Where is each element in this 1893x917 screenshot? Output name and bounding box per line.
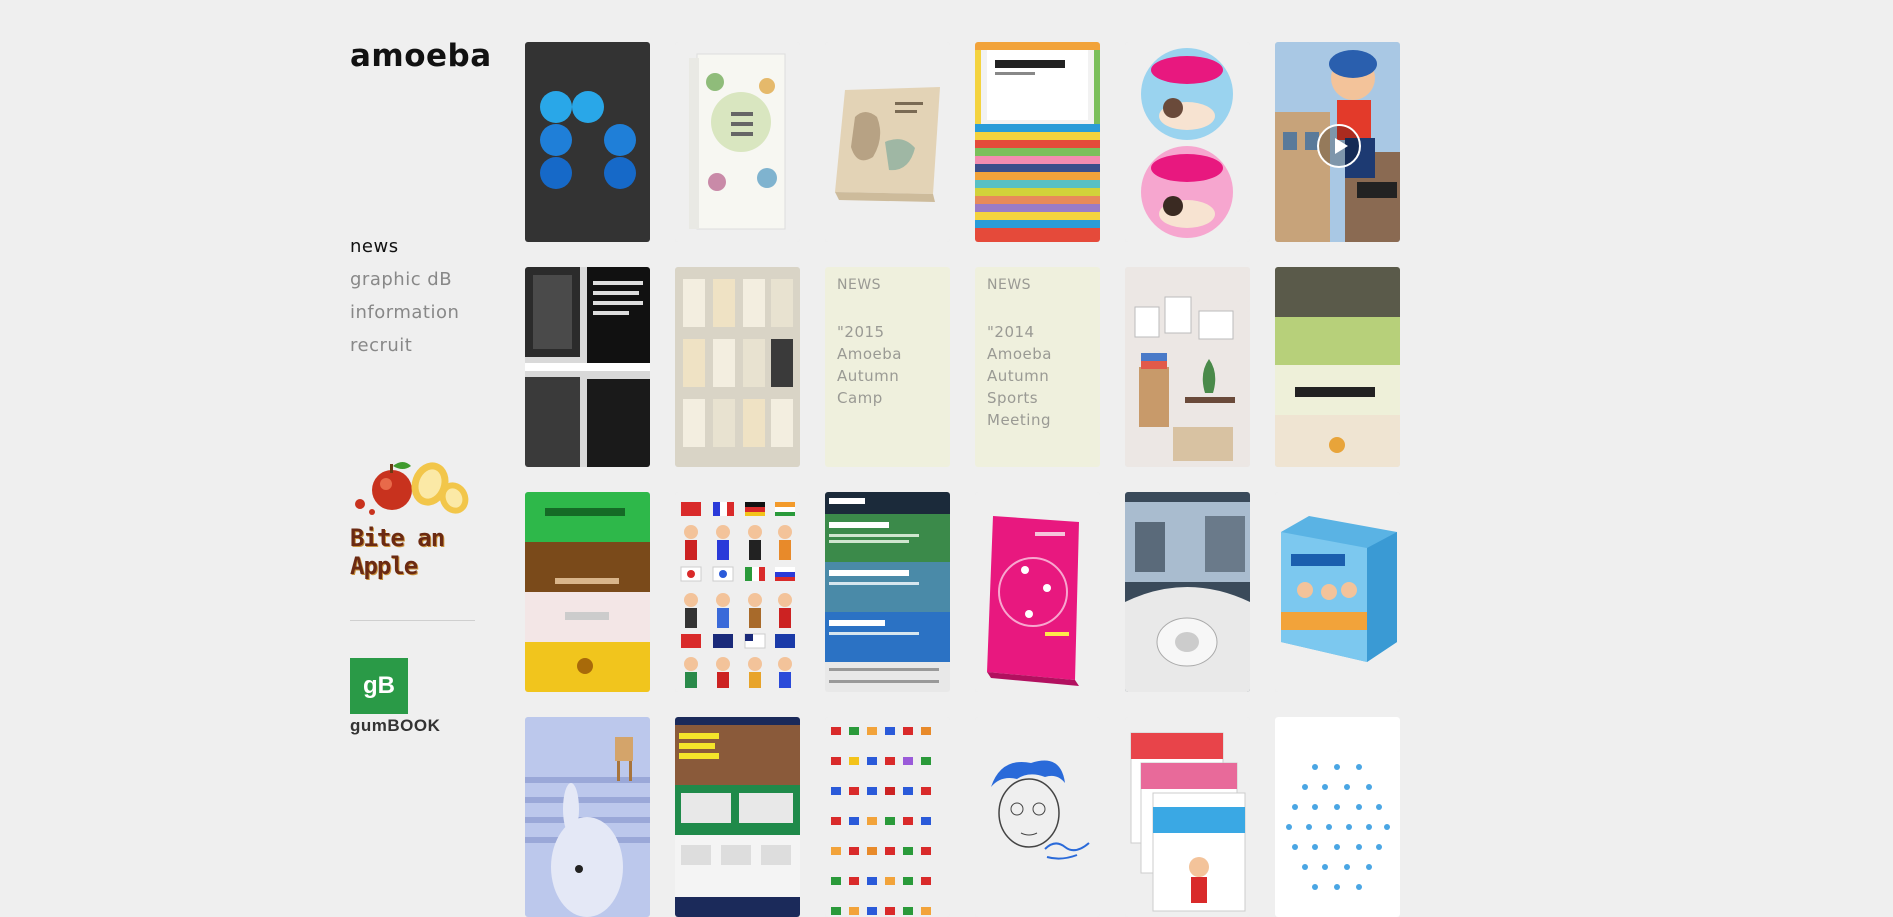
tile-like-daddy-sketch[interactable] (975, 717, 1100, 917)
portfolio-grid: NEWS "2015 Amoeba Autumn Camp NEWS "2014… (525, 42, 1400, 917)
tile-heavy-industries-web[interactable] (675, 717, 800, 917)
nav-item-information[interactable]: information (350, 296, 459, 329)
gumbook-badge[interactable]: gB (350, 658, 408, 714)
hyundai-web-image (825, 492, 950, 692)
tile-flag-characters[interactable] (675, 492, 800, 692)
news-headline: "2014 Amoeba Autumn Sports Meeting (987, 323, 1052, 429)
tile-friend-books[interactable] (1125, 717, 1250, 917)
apple-icon (355, 462, 469, 515)
tile-greek-roman-myth-book[interactable] (675, 42, 800, 242)
tile-pink-office-book[interactable] (975, 492, 1100, 692)
tile-shelf-illustration[interactable] (1125, 267, 1250, 467)
bite-an-apple-banner[interactable]: Bite an Apple (350, 452, 476, 580)
world-icons-image (825, 717, 950, 917)
apple-banner-text: Bite an Apple (350, 524, 445, 580)
news-tile-sports-meeting[interactable]: NEWS "2014 Amoeba Autumn Sports Meeting (975, 267, 1100, 467)
shelf-illustration-image (1125, 267, 1250, 467)
design-seoul-tour-image (975, 42, 1100, 242)
tile-blue-dots-logo[interactable] (525, 42, 650, 242)
tile-card-collection[interactable] (675, 267, 800, 467)
friend-books-image (1125, 717, 1250, 917)
mythology-book-image (675, 42, 800, 242)
news-tile-autumn-camp[interactable]: NEWS "2015 Amoeba Autumn Camp (825, 267, 950, 467)
sidebar-divider (350, 620, 475, 621)
tile-world-icons[interactable] (825, 717, 950, 917)
tile-video-character[interactable] (1275, 42, 1400, 242)
rabbit-illustration-image (525, 717, 650, 917)
card-collection-image (675, 267, 800, 467)
tile-swarovski-devices[interactable] (525, 267, 650, 467)
stacked-posters-image (1275, 267, 1400, 467)
amoeba-logo[interactable]: amoeba (350, 38, 492, 74)
car-interior-image (1125, 492, 1250, 692)
tile-blue-pattern[interactable] (1275, 717, 1400, 917)
flag-characters-image (675, 492, 800, 692)
tile-product-box[interactable] (1275, 492, 1400, 692)
pink-book-image (975, 492, 1100, 692)
tile-goodnites-stickers[interactable] (1125, 42, 1250, 242)
nav-item-news[interactable]: news (350, 230, 459, 263)
nav-item-graphic-db[interactable]: graphic dB (350, 263, 459, 296)
tile-hyundai-green-energy[interactable] (825, 492, 950, 692)
play-icon[interactable] (1317, 124, 1361, 168)
tile-rabbit-deer-illustration[interactable] (525, 717, 650, 917)
like-daddy-image (975, 717, 1100, 917)
gumbook-wordmark[interactable]: gumBOOK (350, 716, 440, 736)
tile-map-book[interactable] (825, 42, 950, 242)
product-box-image (1275, 492, 1400, 692)
nav-item-recruit[interactable]: recruit (350, 329, 459, 362)
tile-congo-river-posters[interactable] (525, 492, 650, 692)
main-nav: news graphic dB information recruit (350, 230, 459, 362)
news-headline: "2015 Amoeba Autumn Camp (837, 323, 902, 407)
tile-stacked-posters[interactable] (1275, 267, 1400, 467)
tile-design-seoul-tour[interactable] (975, 42, 1100, 242)
map-book-image (825, 42, 950, 242)
blue-dots-image (525, 42, 650, 242)
blue-pattern-image (1275, 717, 1400, 917)
goodnites-image (1125, 42, 1250, 242)
swarovski-image (525, 267, 650, 467)
news-tag: NEWS (837, 277, 882, 293)
tile-car-interior[interactable] (1125, 492, 1250, 692)
heavy-industries-image (675, 717, 800, 917)
congo-river-image (525, 492, 650, 692)
news-tag: NEWS (987, 277, 1032, 293)
